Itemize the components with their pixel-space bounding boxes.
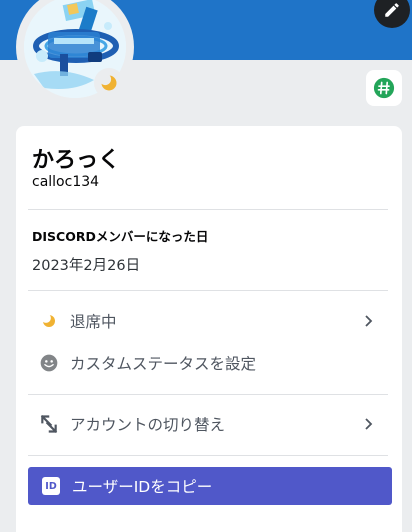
- pencil-icon: [385, 3, 399, 17]
- profile-badge[interactable]: [366, 70, 402, 106]
- id-badge-icon: ID: [42, 477, 60, 495]
- custom-status-menu-item[interactable]: カスタムステータスを設定: [28, 345, 390, 381]
- hashtag-icon: [373, 77, 395, 99]
- profile-card: かろっく calloc134 DISCORDメンバーになった日 2023年2月2…: [16, 126, 402, 532]
- copy-user-id-button[interactable]: ID ユーザーIDをコピー: [28, 467, 392, 505]
- crescent-moon-icon: [38, 310, 60, 332]
- divider: [28, 455, 388, 456]
- member-since-heading: DISCORDメンバーになった日: [32, 229, 209, 244]
- chevron-right-icon: [365, 418, 373, 430]
- divider: [28, 394, 388, 395]
- crescent-moon-icon: [99, 73, 117, 91]
- status-menu-item[interactable]: 退席中: [28, 303, 390, 339]
- username: calloc134: [32, 174, 100, 190]
- divider: [28, 209, 388, 210]
- chevron-right-icon: [365, 315, 373, 327]
- switch-arrows-icon: [38, 413, 60, 435]
- status-indicator: [94, 68, 124, 98]
- switch-account-label: アカウントの切り替え: [70, 416, 226, 434]
- copy-user-id-label: ユーザーIDをコピー: [72, 478, 213, 496]
- divider: [28, 290, 388, 291]
- custom-status-label: カスタムステータスを設定: [70, 355, 257, 373]
- switch-account-menu-item[interactable]: アカウントの切り替え: [28, 406, 390, 442]
- display-name: かろっく: [32, 148, 121, 173]
- status-label: 退席中: [70, 313, 117, 331]
- emoji-face-icon: [38, 352, 60, 374]
- member-since-date: 2023年2月26日: [32, 258, 141, 274]
